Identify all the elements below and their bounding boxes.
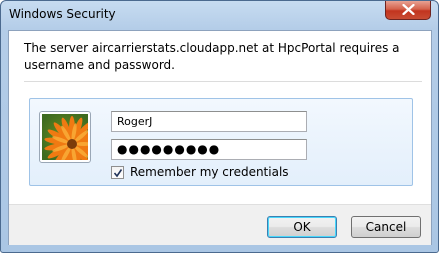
username-field[interactable]: RogerJ [111,111,307,132]
divider [24,81,422,82]
window-title: Windows Security [9,7,116,21]
title-bar[interactable]: Windows Security [1,1,438,31]
dialog-content: The server aircarrierstats.cloudapp.net … [8,30,432,245]
password-field[interactable]: ●●●●●●●●● [111,139,307,160]
remember-checkbox[interactable] [111,166,124,179]
credential-tile[interactable]: RogerJ ●●●●●●●●● Remember my credentials [29,98,413,186]
remember-label[interactable]: Remember my credentials [130,165,289,179]
cancel-button[interactable]: Cancel [351,216,421,238]
user-tile-flower-icon [39,111,91,163]
security-dialog: Windows Security The server aircarrierst… [0,0,439,253]
prompt-message: The server aircarrierstats.cloudapp.net … [24,41,400,72]
checkmark-icon [113,169,123,178]
close-button[interactable] [385,1,431,20]
ok-button[interactable]: OK [267,216,337,238]
button-bar: OK Cancel [9,204,431,245]
